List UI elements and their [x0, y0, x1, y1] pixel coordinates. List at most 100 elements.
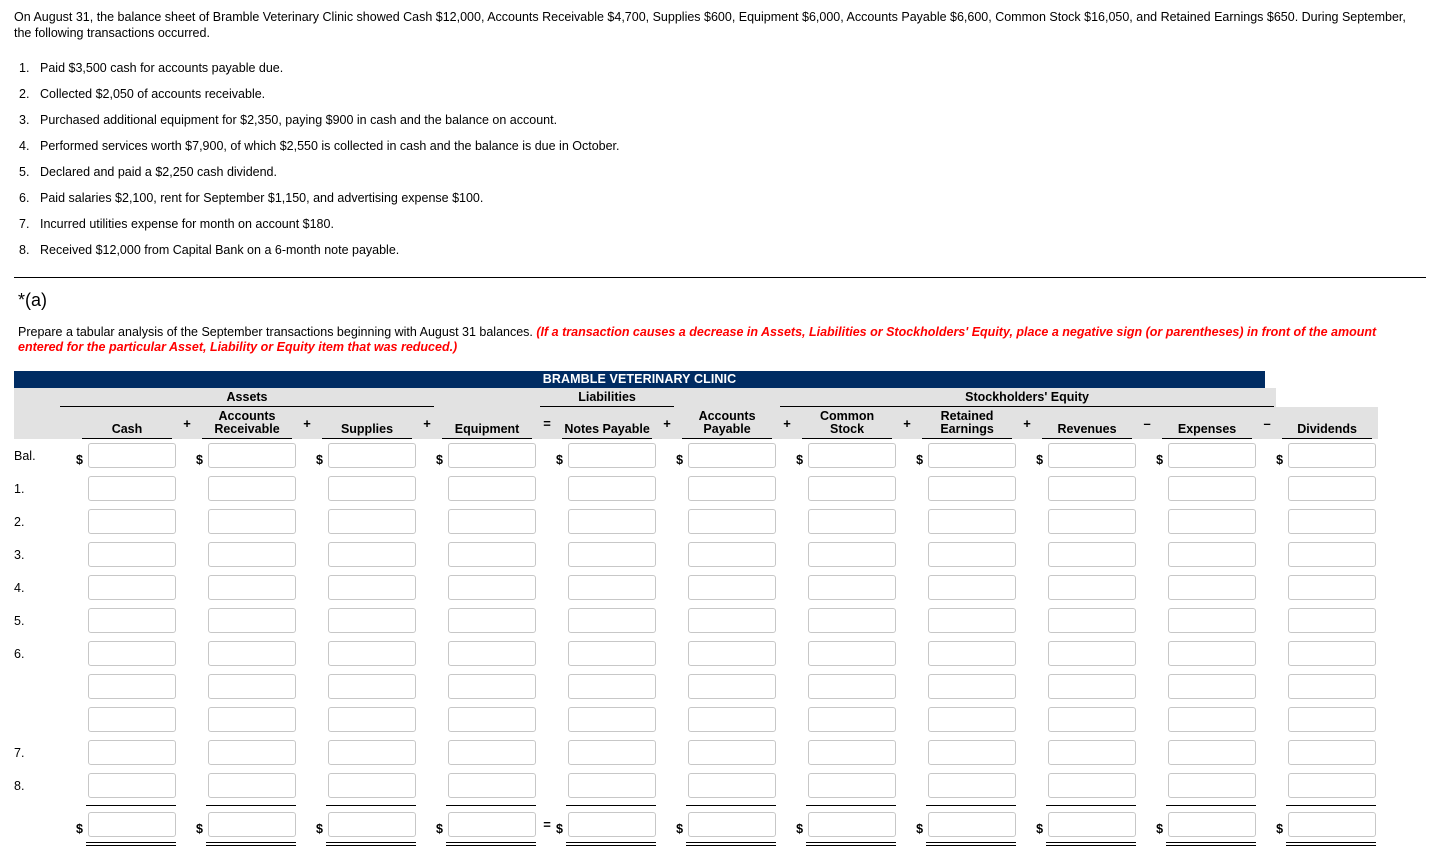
amount-input-revenues[interactable] — [1048, 575, 1137, 600]
amount-input-dividends[interactable] — [1288, 674, 1377, 699]
amount-input-cash[interactable] — [88, 575, 176, 600]
amount-input-retained-earnings[interactable] — [928, 608, 1017, 633]
amount-input-cash[interactable] — [88, 476, 176, 501]
amount-input-notes-payable[interactable] — [568, 707, 657, 732]
amount-input-retained-earnings[interactable] — [928, 575, 1017, 600]
amount-input-notes-payable[interactable] — [568, 740, 657, 765]
amount-input-accounts-receivable[interactable] — [208, 509, 296, 534]
amount-input-common-stock[interactable] — [808, 641, 897, 666]
amount-input-expenses[interactable] — [1168, 509, 1257, 534]
amount-input-revenues[interactable] — [1048, 542, 1137, 567]
amount-input-cash[interactable] — [88, 509, 176, 534]
amount-input-accounts-payable[interactable] — [688, 575, 777, 600]
amount-input-supplies[interactable] — [328, 575, 416, 600]
amount-input-accounts-payable[interactable] — [688, 773, 777, 798]
amount-input-revenues[interactable] — [1048, 476, 1137, 501]
amount-input-supplies[interactable] — [328, 443, 416, 468]
amount-input-equipment[interactable] — [448, 707, 537, 732]
amount-input-retained-earnings[interactable] — [928, 773, 1017, 798]
amount-input-cash[interactable] — [88, 641, 176, 666]
amount-input-notes-payable[interactable] — [568, 674, 657, 699]
amount-input-common-stock[interactable] — [808, 674, 897, 699]
amount-input-dividends[interactable] — [1288, 542, 1377, 567]
amount-input-expenses[interactable] — [1168, 476, 1257, 501]
amount-input-retained-earnings[interactable] — [928, 707, 1017, 732]
amount-input-cash[interactable] — [88, 443, 176, 468]
amount-input-equipment[interactable] — [448, 641, 537, 666]
amount-input-notes-payable[interactable] — [568, 542, 657, 567]
amount-input-accounts-payable[interactable] — [688, 542, 777, 567]
amount-input-supplies[interactable] — [328, 476, 416, 501]
amount-input-cash[interactable] — [88, 812, 176, 837]
amount-input-cash[interactable] — [88, 773, 176, 798]
amount-input-revenues[interactable] — [1048, 674, 1137, 699]
amount-input-retained-earnings[interactable] — [928, 674, 1017, 699]
amount-input-dividends[interactable] — [1288, 773, 1377, 798]
amount-input-revenues[interactable] — [1048, 740, 1137, 765]
amount-input-accounts-receivable[interactable] — [208, 674, 296, 699]
amount-input-expenses[interactable] — [1168, 707, 1257, 732]
amount-input-retained-earnings[interactable] — [928, 476, 1017, 501]
amount-input-expenses[interactable] — [1168, 740, 1257, 765]
amount-input-supplies[interactable] — [328, 509, 416, 534]
amount-input-equipment[interactable] — [448, 812, 537, 837]
amount-input-supplies[interactable] — [328, 608, 416, 633]
amount-input-common-stock[interactable] — [808, 509, 897, 534]
amount-input-expenses[interactable] — [1168, 575, 1257, 600]
amount-input-accounts-payable[interactable] — [688, 707, 777, 732]
amount-input-retained-earnings[interactable] — [928, 509, 1017, 534]
amount-input-dividends[interactable] — [1288, 575, 1377, 600]
amount-input-equipment[interactable] — [448, 608, 537, 633]
amount-input-common-stock[interactable] — [808, 443, 897, 468]
amount-input-cash[interactable] — [88, 542, 176, 567]
amount-input-expenses[interactable] — [1168, 542, 1257, 567]
amount-input-equipment[interactable] — [448, 773, 537, 798]
amount-input-accounts-receivable[interactable] — [208, 707, 296, 732]
amount-input-accounts-payable[interactable] — [688, 443, 777, 468]
amount-input-revenues[interactable] — [1048, 641, 1137, 666]
amount-input-notes-payable[interactable] — [568, 443, 657, 468]
amount-input-expenses[interactable] — [1168, 608, 1257, 633]
amount-input-expenses[interactable] — [1168, 674, 1257, 699]
amount-input-accounts-payable[interactable] — [688, 641, 777, 666]
amount-input-common-stock[interactable] — [808, 740, 897, 765]
amount-input-revenues[interactable] — [1048, 812, 1137, 837]
amount-input-equipment[interactable] — [448, 542, 537, 567]
amount-input-dividends[interactable] — [1288, 740, 1377, 765]
amount-input-cash[interactable] — [88, 674, 176, 699]
amount-input-accounts-receivable[interactable] — [208, 740, 296, 765]
amount-input-equipment[interactable] — [448, 575, 537, 600]
amount-input-equipment[interactable] — [448, 740, 537, 765]
amount-input-accounts-receivable[interactable] — [208, 773, 296, 798]
amount-input-expenses[interactable] — [1168, 641, 1257, 666]
amount-input-accounts-receivable[interactable] — [208, 608, 296, 633]
amount-input-notes-payable[interactable] — [568, 773, 657, 798]
amount-input-retained-earnings[interactable] — [928, 641, 1017, 666]
amount-input-expenses[interactable] — [1168, 443, 1257, 468]
amount-input-retained-earnings[interactable] — [928, 812, 1017, 837]
amount-input-accounts-receivable[interactable] — [208, 641, 296, 666]
amount-input-dividends[interactable] — [1288, 641, 1377, 666]
amount-input-accounts-receivable[interactable] — [208, 443, 296, 468]
amount-input-equipment[interactable] — [448, 443, 537, 468]
amount-input-common-stock[interactable] — [808, 575, 897, 600]
amount-input-supplies[interactable] — [328, 707, 416, 732]
amount-input-revenues[interactable] — [1048, 443, 1137, 468]
amount-input-notes-payable[interactable] — [568, 509, 657, 534]
amount-input-dividends[interactable] — [1288, 443, 1377, 468]
amount-input-retained-earnings[interactable] — [928, 740, 1017, 765]
amount-input-dividends[interactable] — [1288, 509, 1377, 534]
amount-input-dividends[interactable] — [1288, 812, 1377, 837]
amount-input-accounts-payable[interactable] — [688, 509, 777, 534]
amount-input-accounts-receivable[interactable] — [208, 575, 296, 600]
amount-input-supplies[interactable] — [328, 740, 416, 765]
amount-input-notes-payable[interactable] — [568, 476, 657, 501]
amount-input-cash[interactable] — [88, 608, 176, 633]
amount-input-notes-payable[interactable] — [568, 812, 657, 837]
amount-input-common-stock[interactable] — [808, 476, 897, 501]
amount-input-common-stock[interactable] — [808, 608, 897, 633]
amount-input-supplies[interactable] — [328, 641, 416, 666]
amount-input-expenses[interactable] — [1168, 773, 1257, 798]
amount-input-cash[interactable] — [88, 707, 176, 732]
amount-input-retained-earnings[interactable] — [928, 542, 1017, 567]
